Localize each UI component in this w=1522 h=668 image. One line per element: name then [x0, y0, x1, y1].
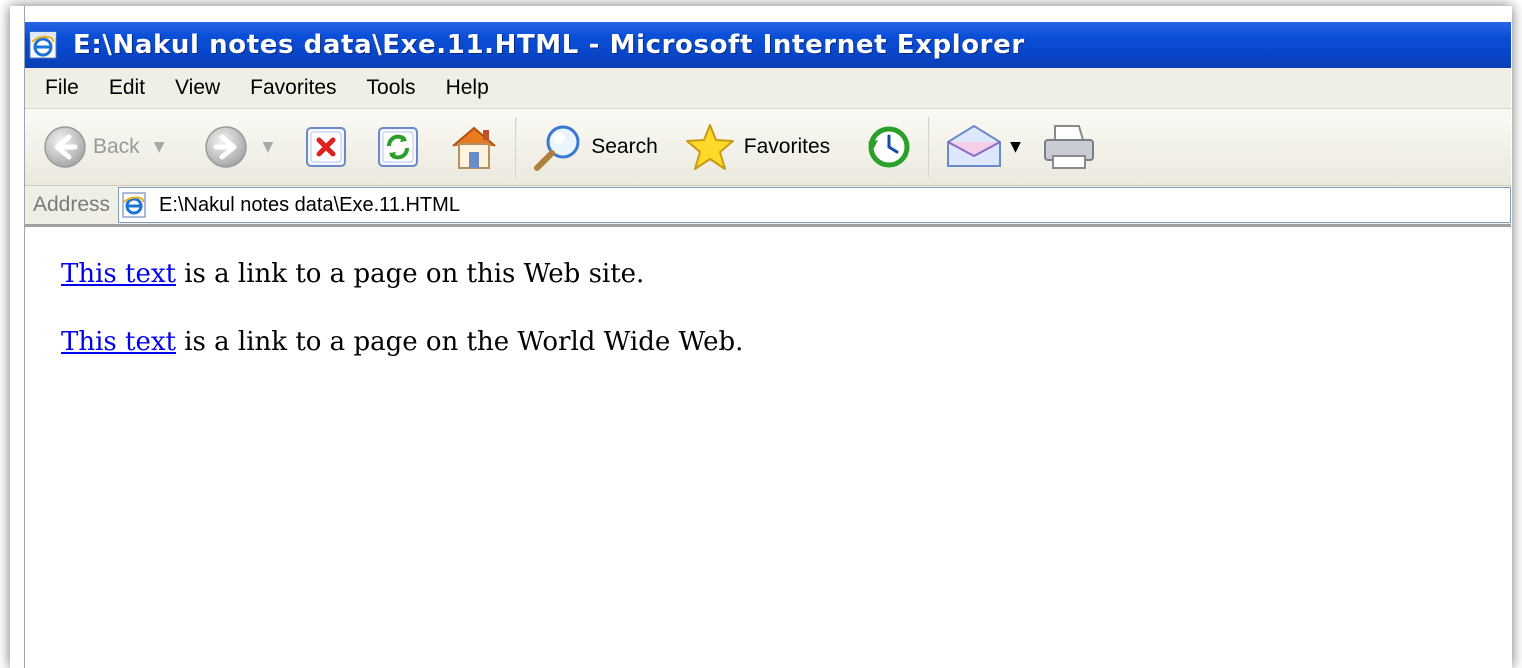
mail-icon: [947, 124, 1002, 167]
paragraph-1: This text is a link to a page on this We…: [61, 259, 644, 289]
refresh-button[interactable]: [375, 117, 421, 177]
print-icon: [1043, 125, 1094, 169]
ie-page-icon: [122, 192, 146, 218]
history-button[interactable]: [864, 117, 914, 177]
menu-favorites[interactable]: Favorites: [250, 76, 336, 100]
home-icon: [452, 126, 496, 169]
print-button[interactable]: [1041, 117, 1097, 177]
toolbar-separator-2: [928, 117, 931, 177]
title-bar: E:\Nakul notes data\Exe.11.HTML - Micros…: [25, 22, 1511, 68]
stop-icon: [306, 127, 347, 167]
internal-link[interactable]: This text: [61, 259, 176, 289]
browser-window: E:\Nakul notes data\Exe.11.HTML - Micros…: [24, 6, 1511, 668]
screenshot-frame: E:\Nakul notes data\Exe.11.HTML - Micros…: [10, 6, 1512, 668]
menu-view[interactable]: View: [175, 76, 220, 100]
home-button[interactable]: [447, 117, 501, 177]
menu-file[interactable]: File: [45, 76, 79, 100]
menu-edit[interactable]: Edit: [109, 76, 145, 100]
favorites-star-icon: [685, 124, 734, 170]
external-link[interactable]: This text: [61, 327, 176, 357]
refresh-icon: [378, 127, 419, 167]
back-button[interactable]: Back ▼: [43, 117, 164, 177]
address-value: E:\Nakul notes data\Exe.11.HTML: [159, 193, 460, 216]
menu-tools[interactable]: Tools: [367, 76, 416, 100]
search-icon: [534, 125, 580, 171]
menu-bar: File Edit View Favorites Tools Help: [25, 68, 1511, 109]
favorites-button[interactable]: Favorites: [682, 117, 830, 177]
mail-dropdown-icon[interactable]: ▼: [1010, 139, 1021, 155]
address-input[interactable]: E:\Nakul notes data\Exe.11.HTML: [118, 187, 1511, 223]
paragraph-1-text: is a link to a page on this Web site.: [175, 259, 645, 289]
toolbar-separator: [515, 117, 518, 177]
standard-toolbar: Back ▼ ▼ Search Favorites ▼: [25, 109, 1511, 186]
address-label: Address: [33, 193, 111, 216]
paragraph-2: This text is a link to a page on the Wor…: [61, 327, 743, 357]
menu-help[interactable]: Help: [446, 76, 489, 100]
window-title: E:\Nakul notes data\Exe.11.HTML - Micros…: [73, 30, 1025, 60]
forward-dropdown-icon[interactable]: ▼: [262, 139, 273, 155]
stop-button[interactable]: [303, 117, 349, 177]
search-label: Search: [591, 135, 658, 158]
history-icon: [868, 126, 910, 168]
back-label: Back: [93, 135, 140, 158]
forward-button[interactable]: ▼: [204, 117, 273, 177]
address-bar: Address E:\Nakul notes data\Exe.11.HTML: [25, 186, 1511, 227]
page-content: This text is a link to a page on this We…: [25, 227, 1511, 668]
paragraph-2-text: is a link to a page on the World Wide We…: [175, 327, 744, 357]
back-dropdown-icon[interactable]: ▼: [154, 139, 165, 155]
search-button[interactable]: Search: [531, 117, 658, 177]
ie-page-icon: [29, 31, 57, 59]
back-arrow-icon: [44, 126, 86, 168]
favorites-label: Favorites: [743, 135, 831, 158]
forward-arrow-icon: [205, 126, 248, 168]
mail-button[interactable]: ▼: [944, 117, 1021, 177]
